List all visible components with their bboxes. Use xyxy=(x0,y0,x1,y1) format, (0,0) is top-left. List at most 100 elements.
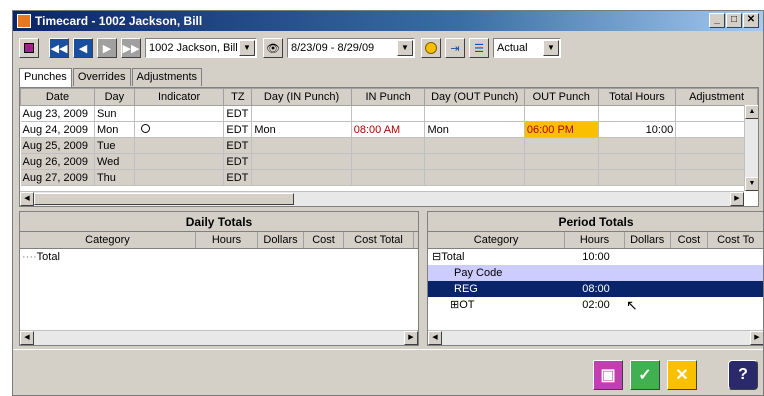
cell-day[interactable]: Thu xyxy=(94,169,135,186)
cell-tz[interactable]: EDT xyxy=(223,153,253,170)
cell-indicator[interactable] xyxy=(134,153,225,170)
period-horizontal-scrollbar[interactable]: ◀ ▶ xyxy=(428,330,763,345)
table-row[interactable]: Aug 27, 2009 Thu EDT xyxy=(20,169,758,186)
find-employee-button[interactable]: 👁 xyxy=(263,38,283,58)
scroll-right-icon[interactable]: ▶ xyxy=(404,331,418,345)
cell-tz[interactable]: EDT xyxy=(223,169,253,186)
insert-punch-button[interactable]: ⇥ xyxy=(445,38,465,58)
cell-total[interactable]: 10:00 xyxy=(598,121,677,138)
expand-icon[interactable]: ⊞ xyxy=(450,299,459,311)
scroll-left-icon[interactable]: ◀ xyxy=(20,331,34,345)
cell-date[interactable]: Aug 26, 2009 xyxy=(20,153,95,170)
tree-row[interactable]: ⊞OT 02:00 ↖ xyxy=(428,297,763,313)
cell-in-punch[interactable] xyxy=(351,169,426,186)
view-select[interactable]: Actual ▼ xyxy=(493,38,561,58)
scroll-left-icon[interactable]: ◀ xyxy=(20,192,34,206)
cell-day-in[interactable] xyxy=(251,169,352,186)
approve-button[interactable]: ✓ xyxy=(630,360,660,390)
col-header[interactable]: Cost To xyxy=(708,232,763,248)
col-header[interactable]: TZ xyxy=(223,88,253,106)
col-header[interactable]: Dollars xyxy=(258,232,304,248)
cell-day-in[interactable] xyxy=(251,105,352,122)
cell-day-out[interactable] xyxy=(424,169,525,186)
cell-day-out[interactable] xyxy=(424,153,525,170)
col-header[interactable]: Category xyxy=(428,232,566,248)
cell-tz[interactable]: EDT xyxy=(223,137,253,154)
tree-row-selected[interactable]: REG 08:00 xyxy=(428,281,763,297)
cell-day-in[interactable]: Mon xyxy=(251,121,352,138)
calendar-button[interactable] xyxy=(421,38,441,58)
cell-date[interactable]: Aug 23, 2009 xyxy=(20,105,95,122)
tab-overrides[interactable]: Overrides xyxy=(72,68,131,86)
employee-select[interactable]: 1002 Jackson, Bill ▼ xyxy=(145,38,257,58)
help-button[interactable]: ? xyxy=(728,360,758,390)
save-button[interactable]: ▣ xyxy=(593,360,623,390)
cell-day-out[interactable]: Mon xyxy=(424,121,525,138)
cell-out-punch[interactable]: 06:00 PM xyxy=(524,121,599,138)
previous-employee-button[interactable]: ◀ xyxy=(73,38,93,58)
col-header[interactable]: Day (IN Punch) xyxy=(251,88,352,106)
grid-vertical-scrollbar[interactable]: ▲ ▼ xyxy=(744,105,758,191)
tree-row[interactable]: ···· Total xyxy=(20,249,418,265)
col-header[interactable]: Dollars xyxy=(625,232,671,248)
cell-out-punch[interactable] xyxy=(524,153,599,170)
scroll-right-icon[interactable]: ▶ xyxy=(750,331,763,345)
table-row[interactable]: Aug 23, 2009 Sun EDT xyxy=(20,105,758,122)
cell-day-in[interactable] xyxy=(251,153,352,170)
save-icon-button[interactable] xyxy=(19,38,39,58)
table-row[interactable]: Aug 26, 2009 Wed EDT xyxy=(20,153,758,170)
col-header[interactable]: Category xyxy=(20,232,196,248)
cell-total[interactable] xyxy=(598,137,677,154)
cell-day[interactable]: Wed xyxy=(94,153,135,170)
col-header[interactable]: IN Punch xyxy=(350,88,426,106)
col-header[interactable]: Indicator xyxy=(133,88,225,106)
tab-adjustments[interactable]: Adjustments xyxy=(131,68,203,86)
chevron-down-icon[interactable]: ▼ xyxy=(397,40,413,56)
list-button[interactable]: ☰ xyxy=(469,38,489,58)
cell-total[interactable] xyxy=(598,153,677,170)
cell-day-out[interactable] xyxy=(424,137,525,154)
cell-tz[interactable]: EDT xyxy=(223,105,253,122)
scroll-down-icon[interactable]: ▼ xyxy=(745,177,758,191)
cell-indicator[interactable] xyxy=(134,105,225,122)
col-header[interactable]: Cost Total xyxy=(344,232,414,248)
chevron-down-icon[interactable]: ▼ xyxy=(543,40,559,56)
collapse-icon[interactable]: ⊟ xyxy=(432,251,441,263)
cell-out-punch[interactable] xyxy=(524,137,599,154)
table-row[interactable]: Aug 25, 2009 Tue EDT xyxy=(20,137,758,154)
cancel-button[interactable]: ✕ xyxy=(667,360,697,390)
cell-total[interactable] xyxy=(598,169,677,186)
col-header[interactable]: Hours xyxy=(196,232,258,248)
close-button[interactable]: ✕ xyxy=(743,13,759,28)
cell-tz[interactable]: EDT xyxy=(223,121,253,138)
cell-out-punch[interactable] xyxy=(524,169,599,186)
minimize-button[interactable]: _ xyxy=(709,13,725,28)
cell-in-punch[interactable] xyxy=(351,153,426,170)
cell-day[interactable]: Mon xyxy=(94,121,135,138)
cell-total[interactable] xyxy=(598,105,677,122)
cell-indicator[interactable] xyxy=(134,121,225,138)
cell-day-in[interactable] xyxy=(251,137,352,154)
tree-row[interactable]: Pay Code xyxy=(428,265,763,281)
tab-punches[interactable]: Punches xyxy=(19,68,72,87)
col-header[interactable]: Date xyxy=(20,88,95,106)
scroll-left-icon[interactable]: ◀ xyxy=(428,331,442,345)
tree-row[interactable]: ⊟Total 10:00 xyxy=(428,249,763,265)
col-header[interactable]: OUT Punch xyxy=(523,88,599,106)
next-employee-button[interactable]: ▶ xyxy=(97,38,117,58)
scroll-thumb[interactable] xyxy=(34,193,294,205)
cell-day[interactable]: Sun xyxy=(94,105,135,122)
last-employee-button[interactable]: ▶▶ xyxy=(121,38,141,58)
col-header[interactable]: Total Hours xyxy=(597,88,677,106)
first-employee-button[interactable]: ◀◀ xyxy=(49,38,69,58)
cell-day[interactable]: Tue xyxy=(94,137,135,154)
scroll-right-icon[interactable]: ▶ xyxy=(730,192,744,206)
cell-in-punch[interactable] xyxy=(351,137,426,154)
col-header[interactable]: Cost xyxy=(304,232,344,248)
cell-day-out[interactable] xyxy=(424,105,525,122)
maximize-button[interactable]: □ xyxy=(726,13,742,28)
col-header[interactable]: Adjustment xyxy=(675,88,758,106)
col-header[interactable]: Hours xyxy=(565,232,625,248)
cell-date[interactable]: Aug 27, 2009 xyxy=(20,169,95,186)
chevron-down-icon[interactable]: ▼ xyxy=(239,40,255,56)
